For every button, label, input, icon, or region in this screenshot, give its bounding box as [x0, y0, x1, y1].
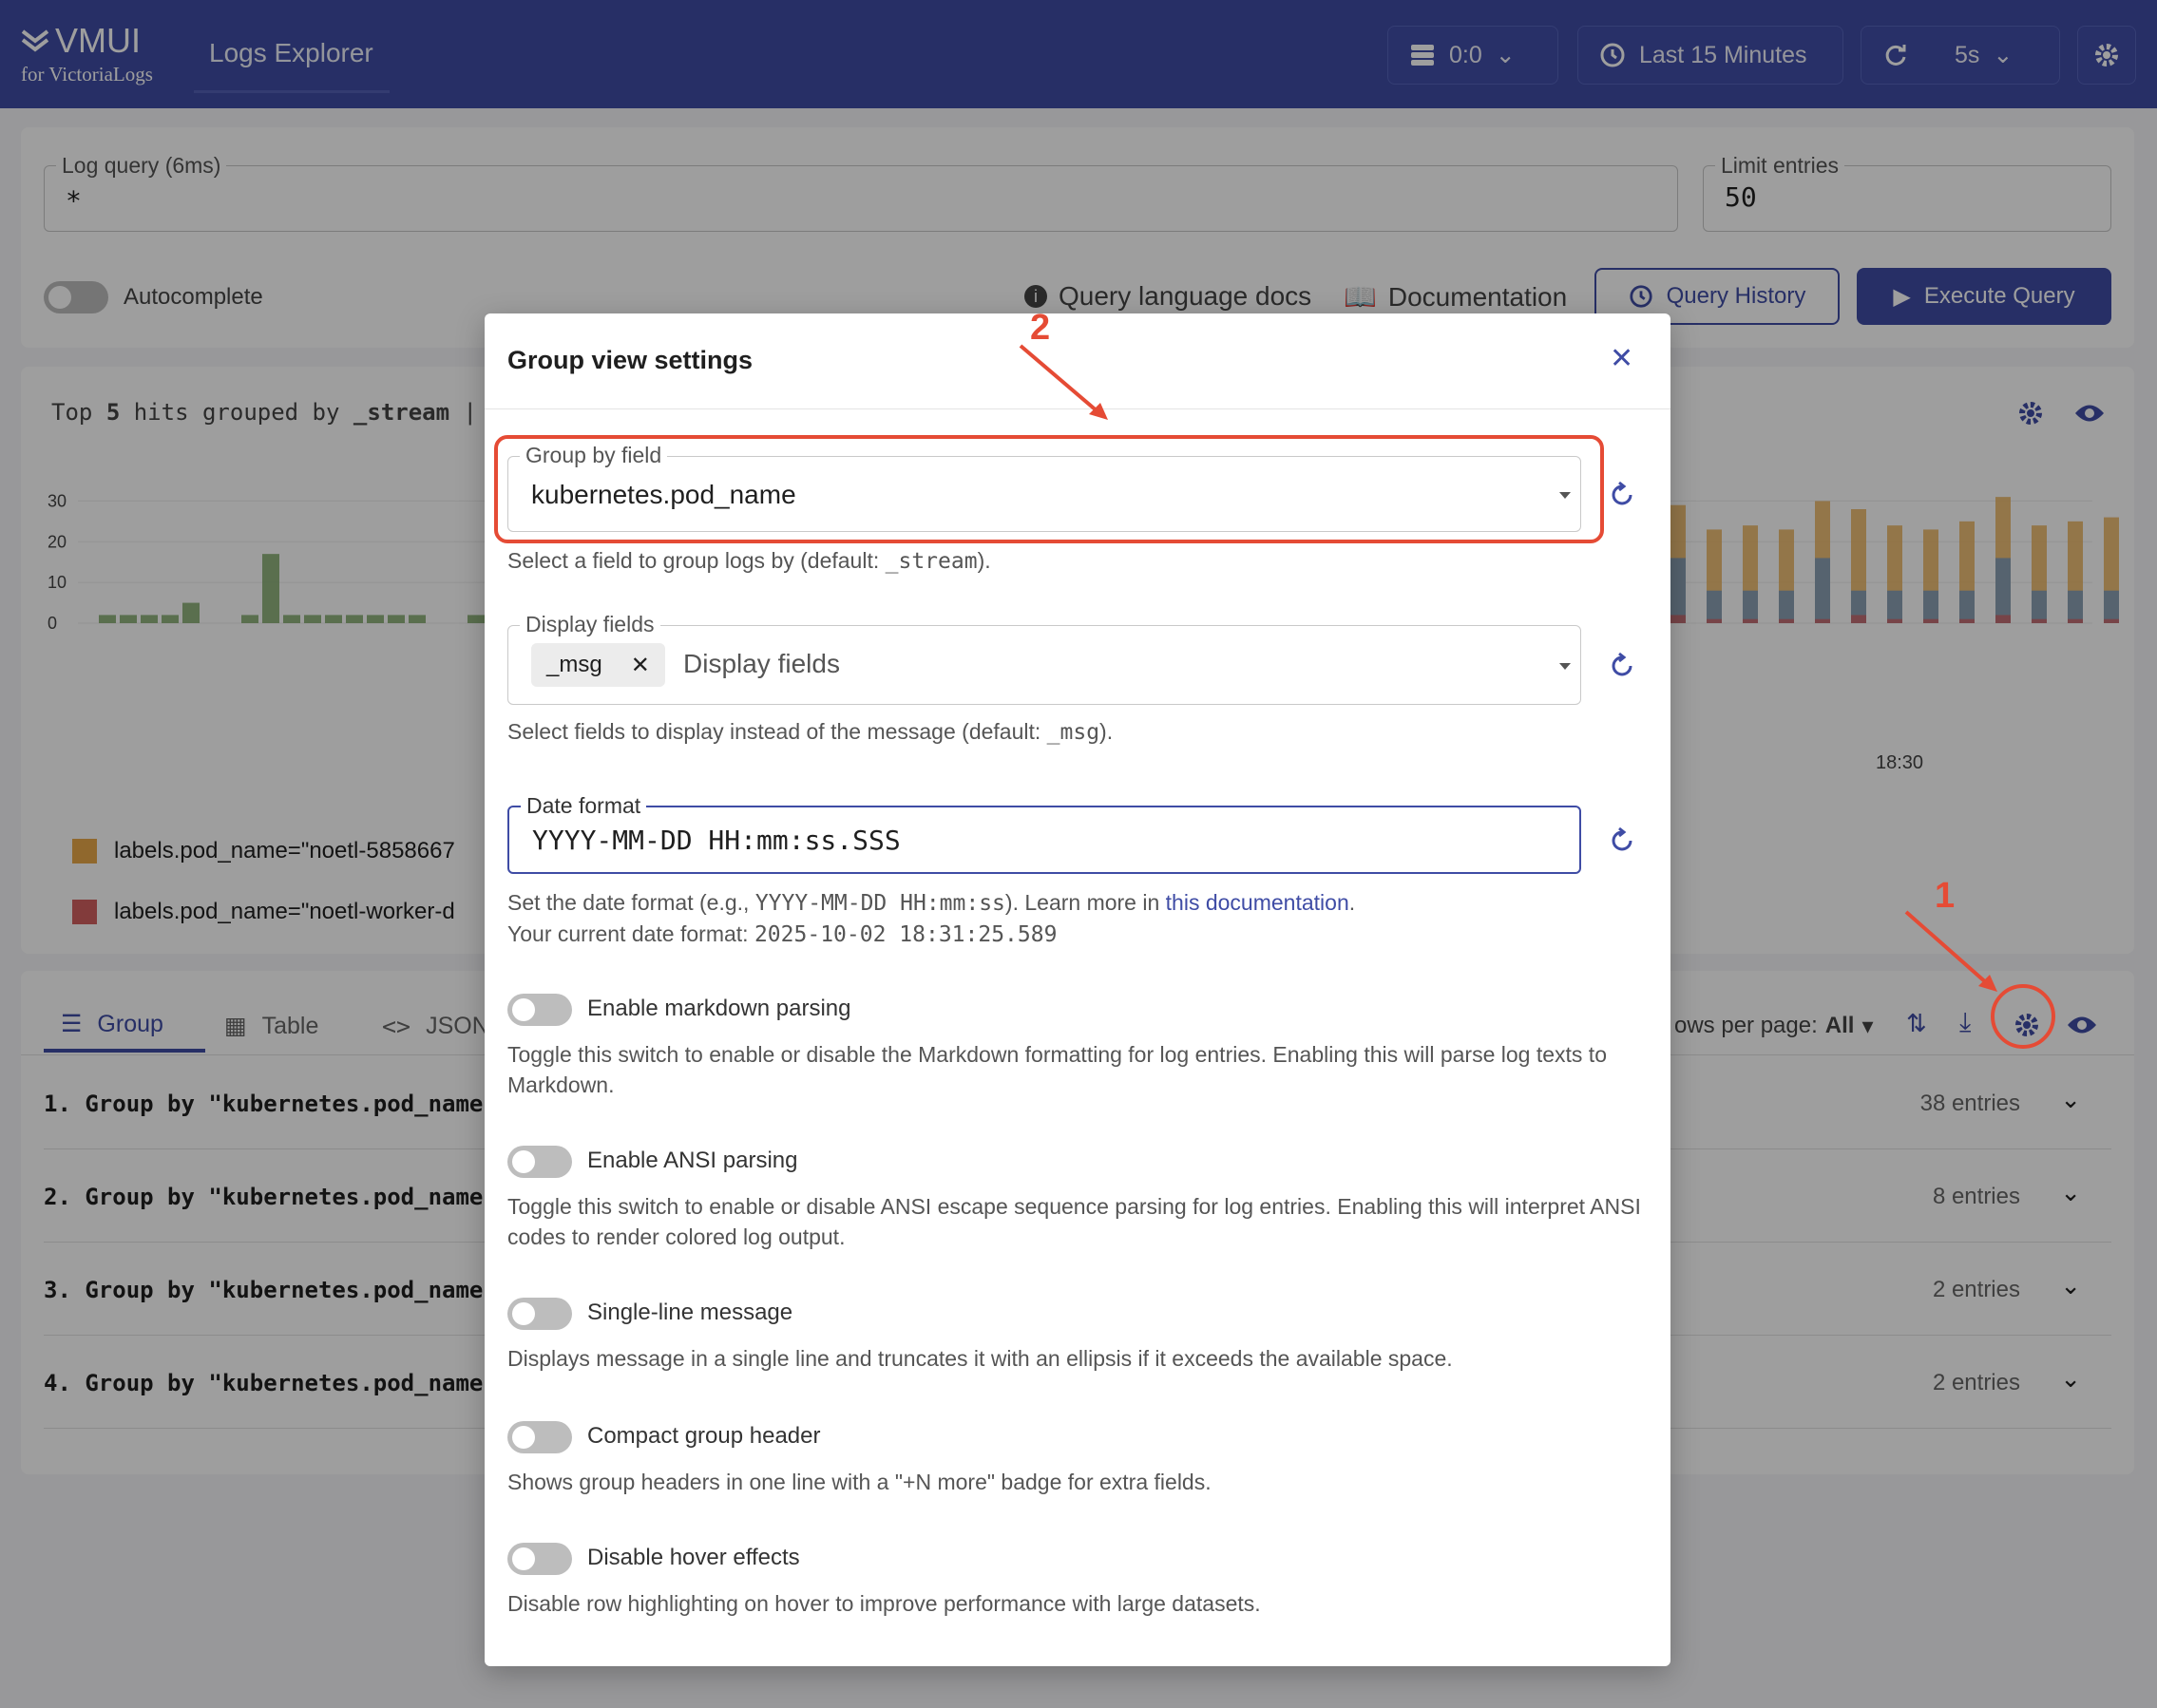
- reset-icon[interactable]: [1606, 825, 1638, 857]
- display-fields-label: Display fields: [520, 612, 660, 637]
- dialog-title: Group view settings: [507, 346, 754, 374]
- ansi-parsing-toggle[interactable]: [507, 1146, 572, 1178]
- annotation-marker-2: 2: [1030, 308, 1051, 348]
- date-format-field[interactable]: Date format YYYY-MM-DD HH:mm:ss.SSS: [507, 793, 1581, 874]
- display-fields-help: Select fields to display instead of the …: [507, 719, 1114, 745]
- switch-help: Shows group headers in one line with a "…: [507, 1470, 1212, 1494]
- date-format-input[interactable]: YYYY-MM-DD HH:mm:ss.SSS: [532, 825, 901, 856]
- markdown-parsing-toggle[interactable]: [507, 994, 572, 1026]
- switch-help: Toggle this switch to enable or disable …: [507, 1194, 1641, 1249]
- reset-icon[interactable]: [1606, 650, 1638, 682]
- reset-icon[interactable]: [1606, 479, 1638, 511]
- switch-help: Disable row highlighting on hover to imp…: [507, 1591, 1261, 1616]
- single-line-toggle[interactable]: [507, 1298, 572, 1330]
- chip-label: _msg: [546, 652, 602, 677]
- group-view-settings-dialog: Group view settings ✕ Group by field kub…: [485, 313, 1670, 1666]
- annotation-arrow-1: [1904, 910, 1997, 992]
- documentation-link[interactable]: this documentation: [1166, 890, 1349, 915]
- annotation-box: [494, 435, 1604, 543]
- close-icon[interactable]: ✕: [631, 652, 650, 679]
- switch-help: Displays message in a single line and tr…: [507, 1346, 1453, 1371]
- switch-help: Toggle this switch to enable or disable …: [507, 1042, 1607, 1097]
- display-fields-select[interactable]: Display fields _msg ✕ Display fields: [507, 612, 1581, 705]
- date-format-label: Date format: [521, 793, 647, 819]
- display-fields-placeholder: Display fields: [683, 649, 840, 678]
- date-format-help: Set the date format (e.g., YYYY-MM-DD HH…: [507, 890, 1356, 947]
- switch-label: Disable hover effects: [587, 1545, 800, 1570]
- compact-header-toggle[interactable]: [507, 1421, 572, 1453]
- display-field-chip[interactable]: _msg ✕: [531, 643, 665, 687]
- switch-label: Single-line message: [587, 1300, 793, 1325]
- annotation-arrow-2: [1019, 344, 1108, 420]
- switch-label: Enable ANSI parsing: [587, 1148, 798, 1173]
- annotation-marker-1: 1: [1935, 876, 1956, 916]
- switch-label: Enable markdown parsing: [587, 996, 851, 1021]
- disable-hover-toggle[interactable]: [507, 1543, 572, 1575]
- caret-down-icon: [1559, 663, 1571, 670]
- switch-label: Compact group header: [587, 1423, 821, 1449]
- close-icon[interactable]: ✕: [1610, 342, 1633, 375]
- group-by-help: Select a field to group logs by (default…: [507, 548, 991, 574]
